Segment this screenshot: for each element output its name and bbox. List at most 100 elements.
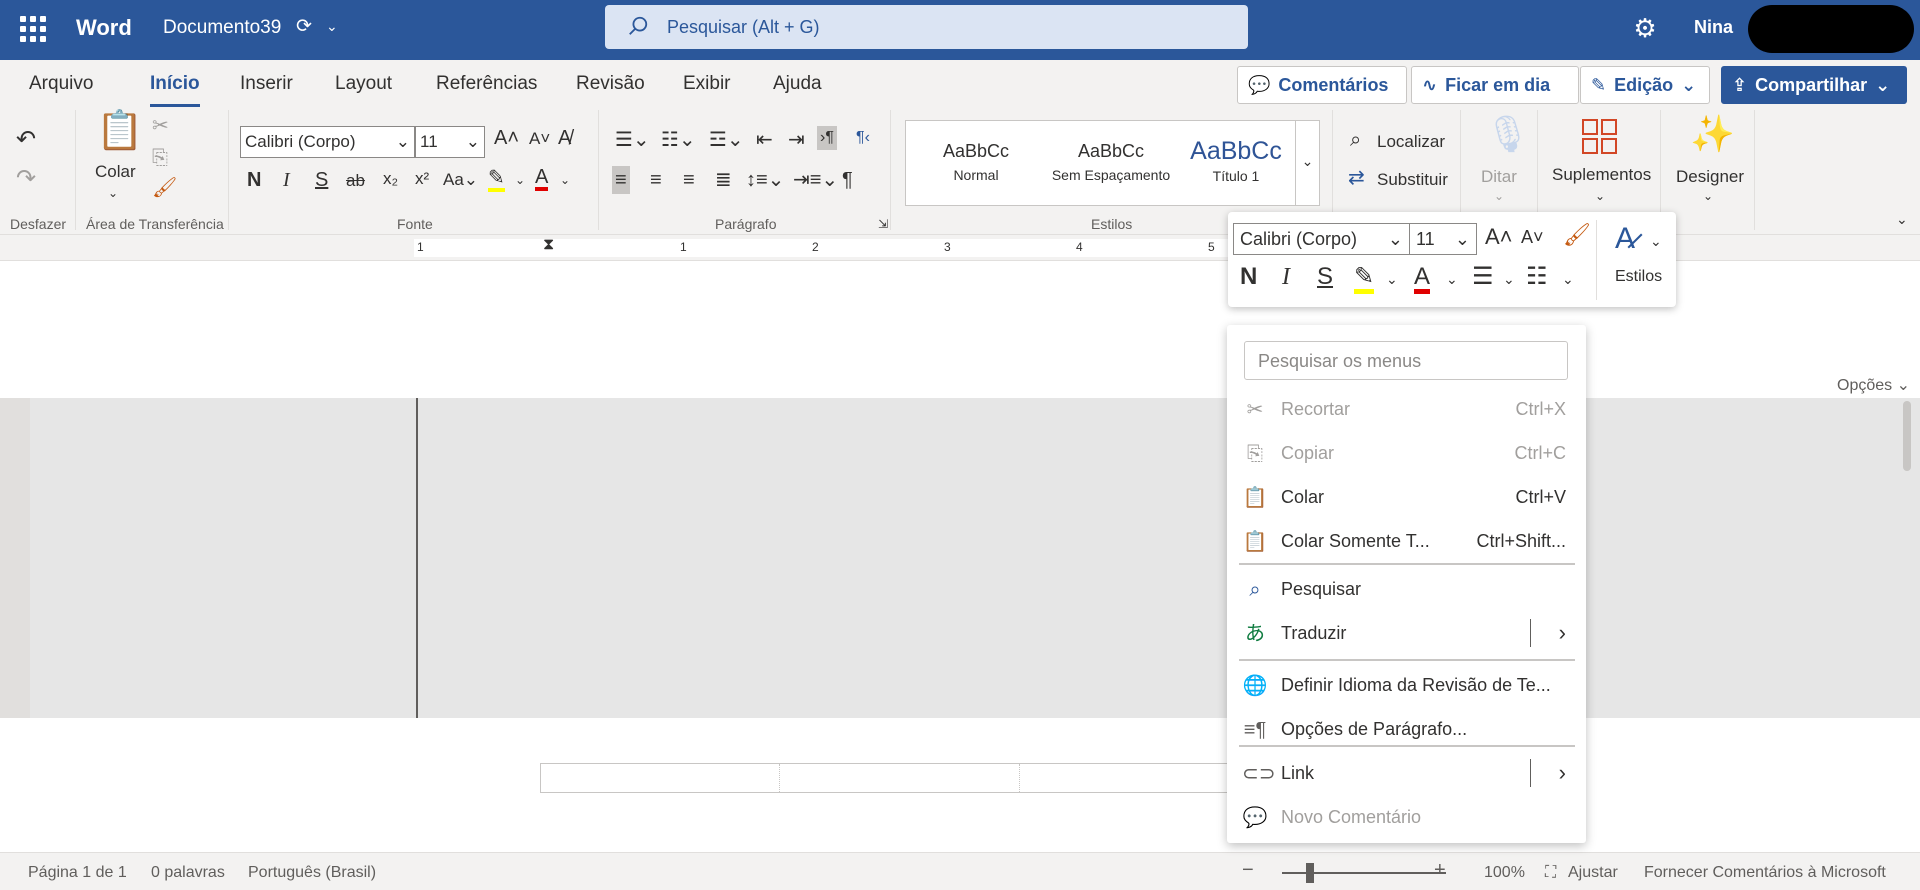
menu-item-cut[interactable]: ✂ Recortar Ctrl+X — [1227, 388, 1586, 430]
font-size-select[interactable]: 11 ⌄ — [415, 126, 485, 158]
chevron-down-icon[interactable]: ⌄ — [1595, 190, 1605, 202]
menu-item-paragraph-options[interactable]: ≡¶ Opções de Parágrafo... — [1227, 708, 1586, 750]
highlight-icon[interactable]: ✎ — [488, 168, 505, 192]
tab-revisao[interactable]: Revisão — [576, 73, 645, 95]
gear-icon[interactable]: ⚙ — [1631, 14, 1659, 42]
vertical-ruler[interactable] — [0, 398, 30, 718]
saved-status-icon[interactable]: ⟳ — [296, 15, 312, 38]
clear-formatting-icon[interactable]: A̸ — [558, 128, 571, 148]
styles-gallery[interactable]: AaBbCc Normal AaBbCc Sem Espaçamento AaB… — [905, 120, 1320, 206]
user-name[interactable]: Nina — [1694, 17, 1733, 38]
justify-icon[interactable]: ≣ — [715, 170, 732, 190]
zoom-level[interactable]: 100% — [1484, 864, 1525, 882]
line-spacing-icon[interactable]: ↕≡⌄ — [746, 170, 784, 190]
replace-label[interactable]: Substituir — [1377, 170, 1448, 190]
tab-referencias[interactable]: Referências — [436, 73, 537, 95]
menu-item-set-language[interactable]: 🌐 Definir Idioma da Revisão de Te... — [1227, 664, 1586, 706]
numbering-icon[interactable]: ☷ — [1526, 265, 1548, 289]
copy-icon[interactable]: ⎘ — [152, 148, 168, 168]
page-count[interactable]: Página 1 de 1 — [28, 864, 127, 882]
addins-label[interactable]: Suplementos — [1552, 165, 1651, 185]
zoom-out-button[interactable]: − — [1242, 859, 1254, 882]
chevron-down-icon[interactable]: ⌄ — [1295, 121, 1319, 205]
find-label[interactable]: Localizar — [1377, 132, 1445, 152]
scissors-icon[interactable]: ✂ — [152, 116, 169, 136]
styles-icon[interactable]: A̷ — [1615, 224, 1635, 254]
align-left-icon[interactable]: ≡ — [612, 166, 630, 194]
align-center-icon[interactable]: ≡ — [650, 170, 662, 190]
chevron-down-icon[interactable]: ⌄ — [1446, 272, 1458, 286]
superscript-icon[interactable]: x² — [415, 170, 429, 187]
microphone-icon[interactable]: 🎙 — [1485, 116, 1531, 152]
menu-item-copy[interactable]: ⎘ Copiar Ctrl+C — [1227, 432, 1586, 474]
document-name[interactable]: Documento39 — [163, 17, 281, 39]
rtl-icon[interactable]: ¶‹ — [856, 130, 870, 146]
subscript-icon[interactable]: x₂ — [383, 170, 398, 187]
mini-font-name-select[interactable]: Calibri (Corpo) ⌄ — [1233, 223, 1410, 255]
footer-table[interactable] — [540, 763, 1260, 793]
menu-search-input[interactable]: Pesquisar os menus — [1244, 341, 1568, 380]
menu-item-translate[interactable]: あ Traduzir › — [1227, 612, 1586, 654]
styles-label[interactable]: Estilos — [1615, 268, 1662, 286]
menu-item-search[interactable]: ⌕ Pesquisar — [1227, 568, 1586, 610]
comments-button[interactable]: 💬 Comentários — [1237, 66, 1407, 104]
show-marks-icon[interactable]: ¶ — [842, 170, 853, 190]
catch-up-button[interactable]: ∿ Ficar em dia — [1411, 66, 1579, 104]
bold-icon[interactable]: N — [1240, 265, 1257, 289]
font-color-icon[interactable]: A — [1414, 265, 1431, 294]
zoom-in-button[interactable]: + — [1434, 859, 1446, 882]
align-right-icon[interactable]: ≡ — [683, 170, 695, 190]
menu-item-link[interactable]: ⊂⊃ Link › — [1227, 752, 1586, 794]
share-button[interactable]: ⇪ Compartilhar ⌄ — [1721, 66, 1907, 104]
chevron-down-icon[interactable]: ⌄ — [1703, 190, 1713, 202]
style-no-spacing[interactable]: AaBbCc Sem Espaçamento — [1041, 141, 1181, 183]
chevron-down-icon[interactable]: ⌄ — [1494, 190, 1504, 202]
word-count[interactable]: 0 palavras — [151, 864, 225, 882]
shading-indent-icon[interactable]: ⇥≡⌄ — [793, 170, 838, 190]
menu-item-new-comment[interactable]: 💬 Novo Comentário — [1227, 796, 1586, 838]
menu-item-paste-text[interactable]: 📋 Colar Somente T... Ctrl+Shift... — [1227, 520, 1586, 562]
tab-layout[interactable]: Layout — [335, 73, 392, 95]
undo-icon[interactable]: ↶ — [16, 128, 36, 152]
chevron-down-icon[interactable]: ⌄ — [515, 174, 525, 186]
app-name[interactable]: Word — [76, 15, 132, 41]
shrink-font-icon[interactable]: A˅ — [1521, 228, 1544, 246]
tab-arquivo[interactable]: Arquivo — [29, 73, 93, 95]
search-box[interactable]: Pesquisar (Alt + G) — [605, 5, 1248, 49]
tab-ajuda[interactable]: Ajuda — [773, 73, 822, 95]
paste-icon[interactable]: 📋 — [96, 112, 143, 150]
bold-icon[interactable]: N — [247, 170, 261, 190]
chevron-down-icon[interactable]: ⌄ — [108, 187, 118, 199]
tab-inserir[interactable]: Inserir — [240, 73, 293, 95]
language-status[interactable]: Português (Brasil) — [248, 864, 376, 882]
strikethrough-icon[interactable]: ab — [346, 172, 365, 189]
grow-font-icon[interactable]: A˄ — [494, 128, 519, 148]
font-color-icon[interactable]: A — [535, 167, 549, 191]
underline-icon[interactable]: S — [1317, 265, 1333, 289]
editing-mode-button[interactable]: ✎ Edição ⌄ — [1580, 66, 1710, 104]
addins-icon[interactable] — [1581, 118, 1619, 156]
numbering-icon[interactable]: ☷⌄ — [661, 130, 696, 150]
chevron-down-icon[interactable]: ⌄ — [326, 18, 338, 35]
tab-inicio[interactable]: Início — [150, 73, 200, 107]
grow-font-icon[interactable]: A˄ — [1485, 226, 1513, 248]
highlight-icon[interactable]: ✎ — [1354, 265, 1375, 294]
redo-icon[interactable]: ↷ — [16, 167, 36, 191]
paste-button-label[interactable]: Colar — [95, 162, 136, 182]
dictate-label[interactable]: Ditar — [1481, 167, 1517, 187]
format-painter-icon[interactable]: 🖌 — [152, 178, 177, 198]
designer-icon[interactable]: ✨ — [1690, 116, 1735, 152]
app-launcher-icon[interactable] — [20, 16, 46, 42]
collapse-ribbon-icon[interactable]: ⌄ — [1896, 212, 1908, 226]
fit-icon[interactable]: ⛶ — [1545, 864, 1556, 882]
chevron-down-icon[interactable]: ⌄ — [1386, 272, 1398, 286]
chevron-down-icon[interactable]: ⌄ — [560, 174, 570, 186]
increase-indent-icon[interactable]: ⇥ — [788, 130, 805, 150]
format-painter-icon[interactable]: 🖌 — [1563, 224, 1591, 246]
chevron-down-icon[interactable]: ⌄ — [1562, 272, 1574, 286]
chevron-down-icon[interactable]: ⌄ — [1503, 272, 1515, 286]
indent-marker-icon[interactable]: ⧗ — [543, 237, 554, 253]
fit-button[interactable]: Ajustar — [1568, 864, 1618, 882]
menu-item-paste[interactable]: 📋 Colar Ctrl+V — [1227, 476, 1586, 518]
vertical-scrollbar[interactable] — [1903, 401, 1911, 471]
